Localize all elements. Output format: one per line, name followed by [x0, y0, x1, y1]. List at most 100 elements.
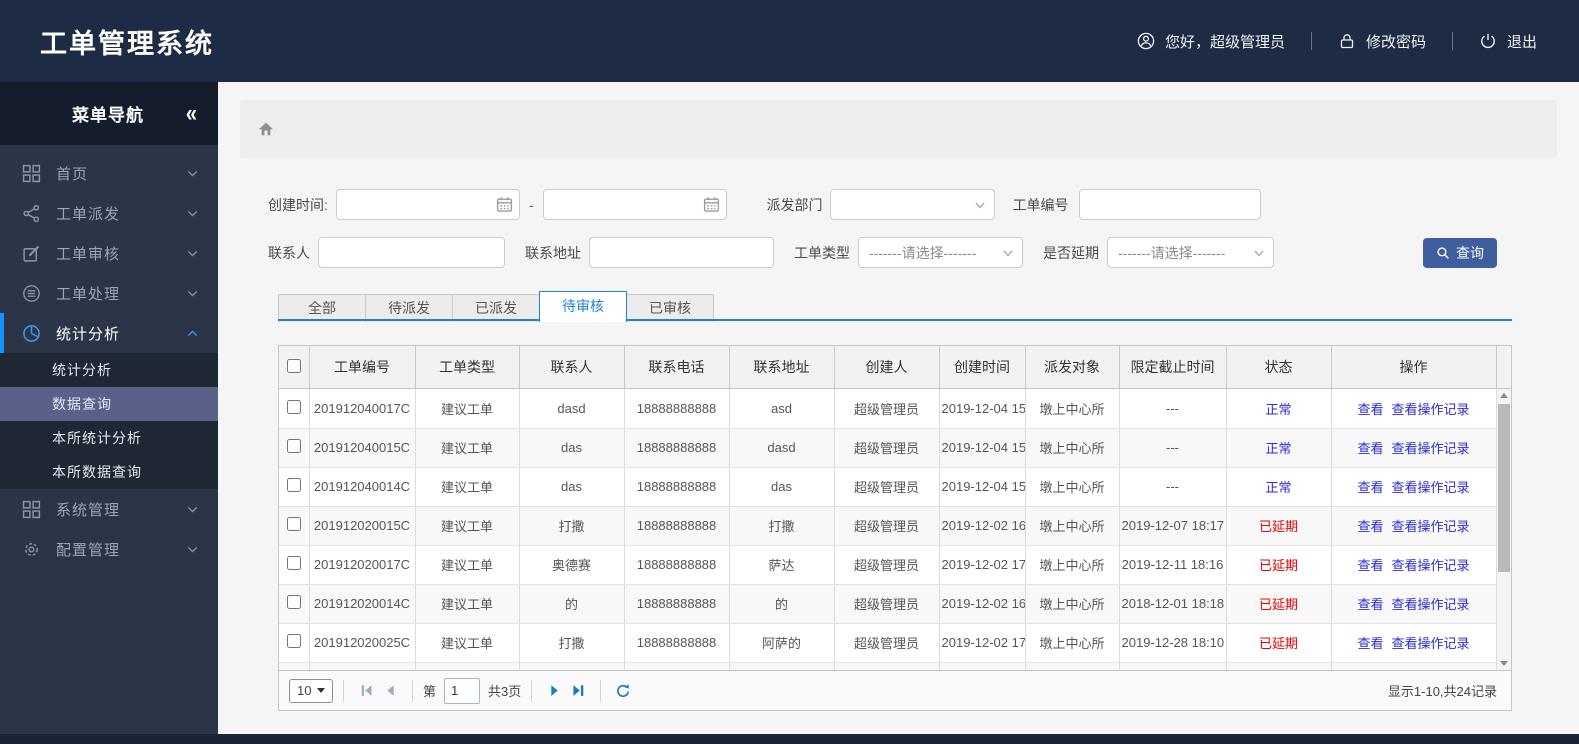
action-link-查看[interactable]: 查看 [1357, 597, 1383, 612]
cell-contact: 打撒 [519, 623, 625, 663]
tab-已审核[interactable]: 已审核 [626, 294, 714, 322]
edit-icon [22, 244, 41, 263]
tab-待派发[interactable]: 待派发 [365, 294, 453, 322]
cell-target: 墩上中心所 [1025, 467, 1120, 507]
action-link-查看操作记录[interactable]: 查看操作记录 [1392, 558, 1470, 573]
action-link-查看[interactable]: 查看 [1357, 636, 1383, 651]
column-header-工单类型: 工单类型 [415, 346, 520, 388]
action-link-查看操作记录[interactable]: 查看操作记录 [1392, 636, 1470, 651]
change-password-label: 修改密码 [1365, 33, 1426, 51]
tab-全部[interactable]: 全部 [278, 294, 366, 322]
action-link-查看[interactable]: 查看 [1357, 402, 1383, 417]
action-link-查看操作记录[interactable]: 查看操作记录 [1392, 480, 1470, 495]
scrollbar-thumb[interactable] [1498, 404, 1510, 572]
search-button[interactable]: 查询 [1423, 237, 1497, 268]
logout-button[interactable]: 退出 [1479, 31, 1537, 52]
sidebar-subitem-统计分析[interactable]: 统计分析 [0, 353, 218, 387]
contact-input[interactable] [318, 237, 505, 268]
home-icon[interactable] [257, 120, 275, 138]
next-page-button[interactable] [542, 679, 566, 703]
cell-address: asd [729, 389, 835, 429]
action-link-查看操作记录[interactable]: 查看操作记录 [1392, 402, 1470, 417]
change-password-button[interactable]: 修改密码 [1338, 31, 1426, 52]
order-no-input[interactable] [1078, 189, 1261, 220]
row-checkbox[interactable] [286, 556, 301, 570]
column-header-联系地址: 联系地址 [729, 346, 835, 388]
sidebar-item-工单处理[interactable]: 工单处理 [0, 273, 218, 313]
row-checkbox[interactable] [286, 634, 301, 648]
status-tabs: 全部 待派发 已派发 待审核 已审核 [278, 291, 1512, 322]
cell-address: 萨达 [729, 545, 835, 585]
sidebar-item-label: 配置管理 [56, 541, 121, 559]
select-all-header [279, 346, 310, 388]
order-type-select[interactable]: -------请选择------- [858, 237, 1023, 268]
is-delayed-label: 是否延期 [1043, 244, 1099, 261]
status-badge: 正常 [1265, 401, 1292, 417]
action-link-查看操作记录[interactable]: 查看操作记录 [1392, 519, 1470, 534]
first-page-button[interactable] [354, 679, 378, 703]
action-link-查看[interactable]: 查看 [1357, 441, 1383, 456]
is-delayed-select[interactable]: -------请选择------- [1107, 237, 1274, 268]
table-rows: 201912040017C 建议工单 dasd 18888888888 asd 超级管理员… [279, 389, 1497, 670]
row-checkbox[interactable] [286, 595, 301, 609]
date-range-separator: - [528, 196, 534, 213]
created-time-label: 创建时间: [268, 196, 328, 213]
sidebar-subitem-本所数据查询[interactable]: 本所数据查询 [0, 455, 218, 489]
row-select-cell [279, 467, 310, 507]
action-link-查看操作记录[interactable]: 查看操作记录 [1392, 441, 1470, 456]
cell-status: 正常 [1226, 467, 1332, 507]
column-header-联系电话: 联系电话 [624, 346, 730, 388]
sidebar-item-系统管理[interactable]: 系统管理 [0, 489, 218, 529]
tab-已派发[interactable]: 已派发 [452, 294, 540, 322]
date-from-input[interactable] [335, 189, 520, 220]
row-checkbox[interactable] [286, 439, 301, 453]
page-number-input[interactable] [444, 677, 481, 704]
sidebar-subitem-本所统计分析[interactable]: 本所统计分析 [0, 421, 218, 455]
last-page-button[interactable] [566, 679, 590, 703]
cell-status: 正常 [1226, 389, 1332, 429]
row-select-cell [279, 623, 310, 663]
action-link-查看[interactable]: 查看 [1357, 558, 1383, 573]
sidebar-item-工单派发[interactable]: 工单派发 [0, 193, 218, 233]
sidebar-collapse-icon[interactable]: « [186, 102, 198, 126]
page-size-select[interactable]: 10 [289, 678, 333, 703]
date-to-input[interactable] [542, 189, 727, 220]
sidebar-subitem-数据查询[interactable]: 数据查询 [0, 387, 218, 421]
column-header-操作: 操作 [1331, 346, 1497, 388]
scroll-down-icon[interactable] [1497, 657, 1511, 670]
cell-target: 墩上中心所 [1025, 428, 1120, 468]
search-icon [1436, 246, 1450, 260]
cell-type: 建议工单 [415, 389, 520, 429]
scroll-up-icon[interactable] [1497, 389, 1511, 402]
cell-contact: 的 [519, 584, 625, 624]
dispatch-dept-select[interactable] [829, 189, 995, 220]
greeting-item[interactable]: 您好，超级管理员 [1137, 31, 1285, 52]
divider [343, 679, 344, 702]
table-body-viewport: 201912040017C 建议工单 dasd 18888888888 asd 超级管理员… [279, 388, 1511, 670]
cell-created: 2019-12-02 17 [939, 545, 1026, 585]
row-checkbox[interactable] [286, 517, 301, 531]
contact-address-input[interactable] [589, 237, 774, 268]
prev-page-button[interactable] [378, 679, 402, 703]
action-link-查看[interactable]: 查看 [1357, 519, 1383, 534]
chevron-up-icon [185, 326, 200, 341]
row-checkbox[interactable] [286, 478, 301, 492]
cell-type: 建议工单 [415, 428, 520, 468]
action-link-查看[interactable]: 查看 [1357, 480, 1383, 495]
cell-actions: 查看 查看操作记录 [1331, 428, 1497, 468]
sidebar-item-首页[interactable]: 首页 [0, 153, 218, 193]
row-checkbox[interactable] [286, 399, 301, 414]
sidebar-item-配置管理[interactable]: 配置管理 [0, 529, 218, 569]
cell-order_no: 201912040017C [309, 389, 416, 429]
tab-待审核[interactable]: 待审核 [539, 291, 627, 322]
user-icon [1137, 32, 1155, 50]
cell-phone: 18888888888 [624, 584, 730, 624]
cell-creator: 超级管理员 [834, 623, 940, 663]
sidebar-item-统计分析[interactable]: 统计分析 [0, 313, 218, 353]
cell-contact: 奥德赛 [519, 545, 625, 585]
action-link-查看操作记录[interactable]: 查看操作记录 [1392, 597, 1470, 612]
refresh-button[interactable] [611, 679, 635, 703]
select-all-checkbox[interactable] [286, 358, 301, 373]
sidebar-item-工单审核[interactable]: 工单审核 [0, 233, 218, 273]
divider [1451, 32, 1453, 50]
